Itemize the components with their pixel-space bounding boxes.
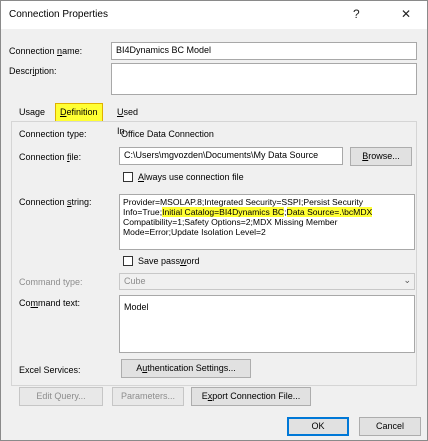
connection-name-label: Connection name:: [9, 46, 83, 56]
authentication-settings-button[interactable]: Authentication Settings...: [121, 359, 251, 378]
tab-usage[interactable]: Usage: [15, 103, 49, 122]
command-text-textarea[interactable]: Model: [119, 295, 415, 353]
connection-properties-dialog: Connection Properties ? ✕ Connection nam…: [0, 0, 428, 441]
command-text-label: Command text:: [19, 298, 81, 308]
connection-name-input[interactable]: BI4Dynamics BC Model: [111, 42, 417, 60]
save-password-label: Save password: [138, 256, 200, 266]
browse-button[interactable]: Browse...: [350, 147, 412, 166]
always-use-connection-file-checkbox[interactable]: [123, 172, 133, 182]
command-type-value: Cube: [124, 276, 146, 286]
description-label: Description:: [9, 66, 57, 76]
connection-string-part: Compatibility=1;Safety Options=2;MDX Mis…: [123, 217, 338, 237]
connection-file-input[interactable]: C:\Users\mgvozden\Documents\My Data Sour…: [119, 147, 343, 165]
chevron-down-icon: ⌄: [403, 275, 411, 285]
connection-type-label: Connection type:: [19, 129, 87, 139]
connection-type-value: Office Data Connection: [121, 129, 214, 139]
close-button[interactable]: ✕: [401, 7, 411, 21]
description-input[interactable]: [111, 63, 417, 95]
connection-string-highlight-catalog: Initial Catalog=BI4Dynamics BC: [162, 207, 285, 217]
parameters-button[interactable]: Parameters...: [112, 387, 184, 406]
help-button[interactable]: ?: [353, 7, 360, 21]
connection-string-textarea[interactable]: Provider=MSOLAP.8;Integrated Security=SS…: [119, 194, 415, 250]
edit-query-button[interactable]: Edit Query...: [19, 387, 103, 406]
save-password-checkbox[interactable]: [123, 256, 133, 266]
export-connection-file-button[interactable]: Export Connection File...: [191, 387, 311, 406]
command-type-select[interactable]: Cube ⌄: [119, 273, 415, 290]
connection-file-label: Connection file:: [19, 152, 82, 162]
excel-services-label: Excel Services:: [19, 365, 81, 375]
always-use-connection-file-label: Always use connection file: [138, 172, 244, 182]
window-title: Connection Properties: [9, 9, 108, 20]
connection-string-highlight-datasource: Data Source=.\bcMDX: [286, 207, 373, 217]
connection-string-label: Connection string:: [19, 197, 92, 207]
command-type-label: Command type:: [19, 277, 83, 287]
tab-used-in[interactable]: Used In: [113, 103, 142, 136]
tab-definition[interactable]: Definition: [55, 103, 103, 122]
cancel-button[interactable]: Cancel: [359, 417, 421, 436]
title-bar: Connection Properties ? ✕: [1, 1, 427, 29]
ok-button[interactable]: OK: [287, 417, 349, 436]
